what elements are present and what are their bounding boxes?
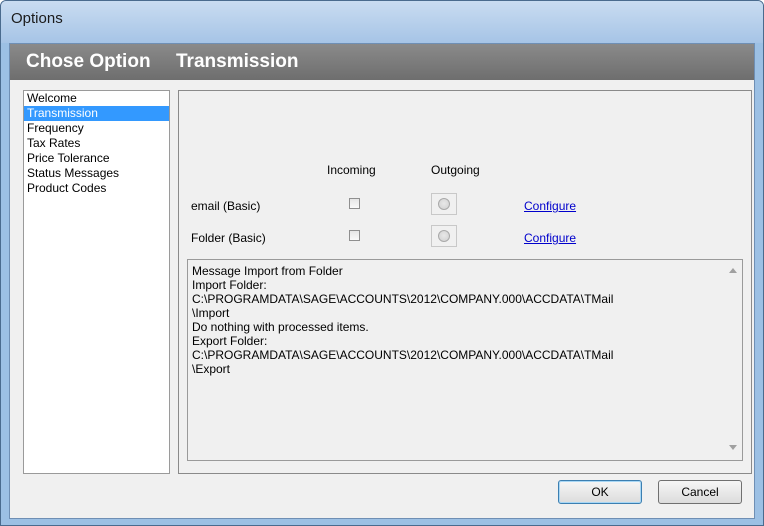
transmission-panel: Incoming Outgoing email (Basic) Configur… (178, 90, 752, 474)
option-header: Chose Option Transmission (10, 44, 754, 80)
window-title: Options (11, 10, 63, 27)
ok-button[interactable]: OK (558, 480, 642, 504)
title-bar[interactable]: Options (1, 1, 763, 43)
folder-incoming-checkbox[interactable] (349, 230, 360, 241)
nav-item-tax-rates[interactable]: Tax Rates (24, 136, 169, 151)
folder-basic-label: Folder (Basic) (191, 231, 266, 245)
email-configure-link[interactable]: Configure (524, 199, 576, 213)
cancel-button[interactable]: Cancel (658, 480, 742, 504)
scroll-up-arrow-icon[interactable] (729, 268, 737, 273)
incoming-column-header: Incoming (327, 163, 376, 177)
folder-configure-link[interactable]: Configure (524, 231, 576, 245)
options-window: Options Chose Option Transmission Welcom… (0, 0, 764, 526)
nav-item-welcome[interactable]: Welcome (24, 91, 169, 106)
nav-item-product-codes[interactable]: Product Codes (24, 181, 169, 196)
email-basic-label: email (Basic) (191, 199, 261, 213)
email-incoming-checkbox[interactable] (349, 198, 360, 209)
nav-item-status-messages[interactable]: Status Messages (24, 166, 169, 181)
header-current-option: Transmission (176, 51, 299, 72)
nav-item-transmission[interactable]: Transmission (24, 106, 169, 121)
options-list[interactable]: Welcome Transmission Frequency Tax Rates… (23, 90, 170, 474)
email-outgoing-radio[interactable] (438, 198, 450, 210)
dialog-body: Chose Option Transmission Welcome Transm… (9, 43, 755, 519)
vertical-scrollbar[interactable] (725, 260, 742, 460)
scroll-down-arrow-icon[interactable] (729, 445, 737, 450)
header-label: Chose Option (26, 51, 151, 72)
nav-item-price-tolerance[interactable]: Price Tolerance (24, 151, 169, 166)
message-text: Message Import from Folder Import Folder… (192, 264, 614, 376)
outgoing-column-header: Outgoing (431, 163, 480, 177)
folder-outgoing-radio[interactable] (438, 230, 450, 242)
nav-item-frequency[interactable]: Frequency (24, 121, 169, 136)
email-outgoing-radio-container (431, 193, 457, 215)
folder-outgoing-radio-container (431, 225, 457, 247)
message-text-area[interactable]: Message Import from Folder Import Folder… (187, 259, 743, 461)
